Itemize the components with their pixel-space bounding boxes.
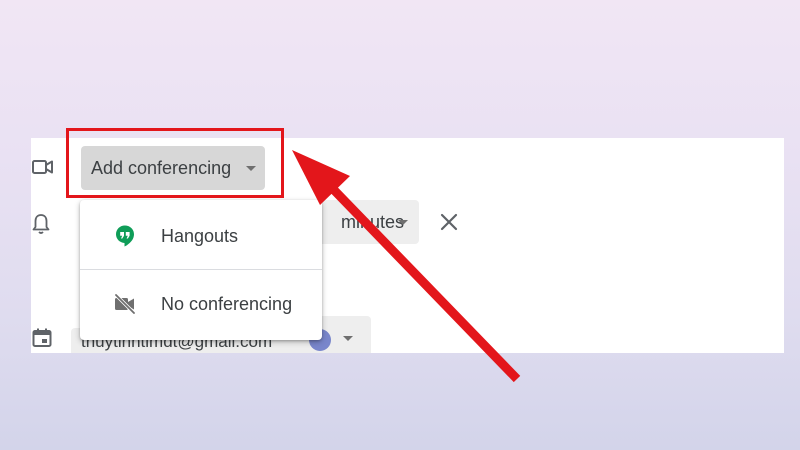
menu-item-hangouts[interactable]: Hangouts [80,202,322,270]
notification-unit-label: minutes [341,212,405,232]
video-camera-icon [31,155,55,179]
bell-icon [31,212,53,236]
chevron-down-icon [343,336,353,341]
menu-item-no-conferencing[interactable]: No conferencing [80,270,322,338]
highlight-annotation [66,128,284,198]
menu-item-label: Hangouts [161,225,239,246]
close-icon[interactable] [437,210,461,234]
chevron-down-icon [398,220,408,225]
menu-item-label: No conferencing [161,293,293,314]
hangouts-icon [113,224,137,248]
calendar-icon [31,326,54,350]
video-off-icon [113,292,137,316]
conferencing-menu: Hangouts No conferencing [80,200,322,340]
